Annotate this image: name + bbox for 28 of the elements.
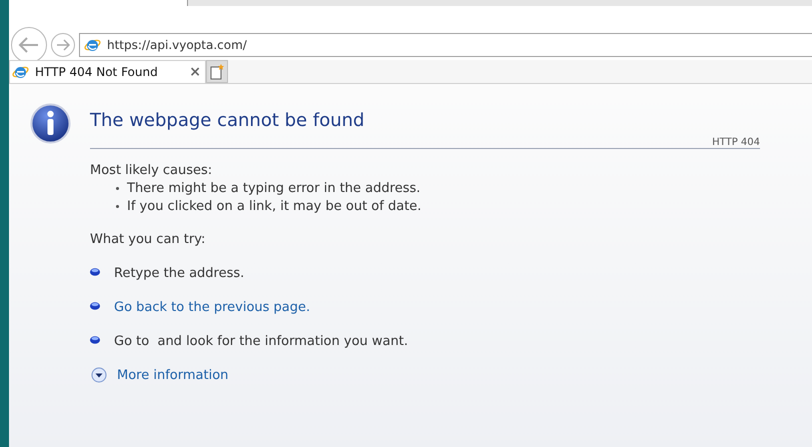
cause-text: If you clicked on a link, it may be out of date. (127, 199, 422, 214)
e-logo-icon (12, 64, 29, 80)
bullet-icon (116, 205, 119, 208)
bullet-icon (116, 187, 119, 190)
browser-tab[interactable]: HTTP 404 Not Found × (9, 60, 206, 83)
back-arrow-icon (18, 36, 40, 54)
info-icon (30, 103, 71, 144)
cause-text: There might be a typing error in the address. (127, 181, 420, 196)
page-title: The webpage cannot be found (90, 110, 366, 131)
forward-arrow-icon (56, 39, 70, 51)
expand-icon (91, 367, 107, 383)
error-code: HTTP 404 (712, 137, 760, 148)
new-tab-button[interactable] (206, 60, 228, 83)
more-information-link[interactable]: More information (117, 368, 228, 382)
forward-button[interactable] (51, 33, 75, 57)
new-page-icon (210, 64, 224, 80)
bullet-icon (90, 302, 100, 310)
e-logo-icon (84, 37, 101, 53)
close-tab-button[interactable]: × (189, 64, 201, 80)
suggestion-text: Retype the address. (114, 266, 244, 281)
bullet-icon (90, 268, 100, 276)
bullet-icon (90, 336, 100, 344)
back-link[interactable]: Go back to the previous page. (114, 300, 310, 315)
suggestion-text: Go to and look for the information you want. (114, 334, 408, 349)
causes-heading: Most likely causes: (90, 163, 214, 178)
url-text: https://api.vyopta.com/ (107, 38, 247, 52)
address-bar[interactable]: https://api.vyopta.com/ (79, 33, 812, 57)
try-heading: What you can try: (90, 232, 206, 247)
